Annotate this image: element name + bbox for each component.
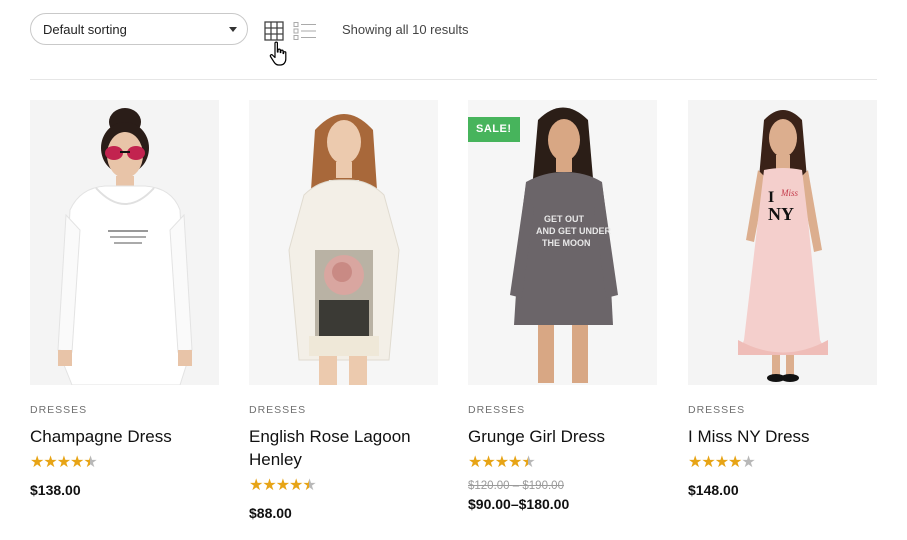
product-price: $138.00 <box>30 482 81 498</box>
star-rating: ★★★★★ <box>249 477 317 494</box>
product-price: $148.00 <box>688 482 739 498</box>
product-card: DRESSES English Rose Lagoon Henley ★★★★★… <box>249 100 438 521</box>
product-image[interactable]: I Miss NY <box>688 100 877 385</box>
product-title[interactable]: Grunge Girl Dress <box>468 425 657 448</box>
result-count: Showing all 10 results <box>342 22 469 37</box>
product-sale-price: $90.00–$180.00 <box>468 496 657 512</box>
shirt-print-text: NY <box>768 204 794 224</box>
svg-text:THE MOON: THE MOON <box>542 238 591 248</box>
regular-price-separator: – <box>512 480 520 492</box>
star-rating: ★★★★★ <box>468 454 536 471</box>
toolbar-divider <box>30 79 877 80</box>
star-rating: ★★★★★ <box>30 454 98 471</box>
regular-price-low: $120.00 <box>468 480 510 492</box>
list-view-icon[interactable] <box>293 21 317 41</box>
sale-price-high: $180.00 <box>518 496 570 512</box>
sale-price-low: $90.00 <box>468 496 511 512</box>
product-category[interactable]: DRESSES <box>468 404 657 416</box>
product-grid: DRESSES Champagne Dress ★★★★★ $138.00 DR… <box>30 100 880 530</box>
product-category[interactable]: DRESSES <box>30 404 219 416</box>
sort-select-value: Default sorting <box>43 22 127 37</box>
hand-cursor-icon <box>268 41 290 67</box>
product-card: DRESSES Champagne Dress ★★★★★ $138.00 <box>30 100 219 498</box>
product-title[interactable]: I Miss NY Dress <box>688 425 877 448</box>
product-category[interactable]: DRESSES <box>688 404 877 416</box>
product-card: GET OUT AND GET UNDER THE MOON SALE! DRE… <box>468 100 657 512</box>
sale-badge: SALE! <box>468 117 520 142</box>
grid-view-icon[interactable] <box>264 21 284 41</box>
product-image[interactable]: GET OUT AND GET UNDER THE MOON SALE! <box>468 100 657 385</box>
product-category[interactable]: DRESSES <box>249 404 438 416</box>
svg-text:GET OUT: GET OUT <box>544 214 585 224</box>
star-rating: ★★★★★ <box>688 454 756 471</box>
chevron-down-icon <box>229 27 237 32</box>
product-image[interactable] <box>249 100 438 385</box>
svg-text:AND GET UNDER: AND GET UNDER <box>536 226 612 236</box>
product-card: I Miss NY DRESSES I Miss NY Dress ★★★★★ … <box>688 100 877 498</box>
regular-price-high: $190.00 <box>522 480 564 492</box>
product-image[interactable] <box>30 100 219 385</box>
product-title[interactable]: English Rose Lagoon Henley <box>249 425 438 471</box>
shirt-print-text: Miss <box>780 188 799 198</box>
product-title[interactable]: Champagne Dress <box>30 425 219 448</box>
product-price: $88.00 <box>249 505 292 521</box>
sale-price-separator: – <box>510 496 519 512</box>
sort-select[interactable]: Default sorting <box>30 13 248 45</box>
product-regular-price: $120.00 – $190.00 <box>468 480 657 492</box>
shop-toolbar: Default sorting Showing all 10 results <box>30 13 877 66</box>
